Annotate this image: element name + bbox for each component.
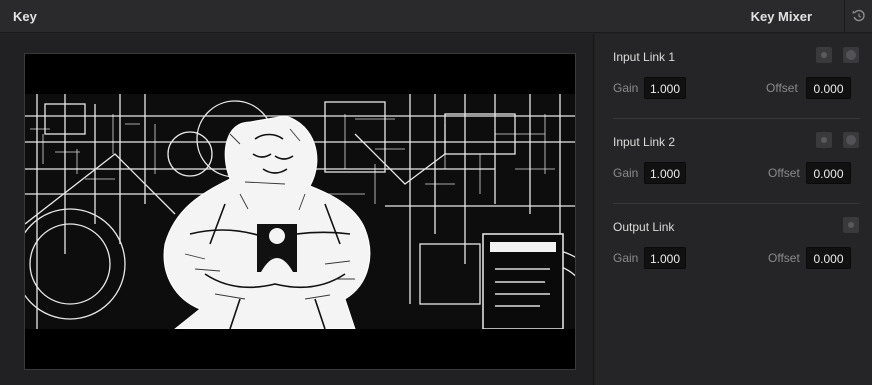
input-link-2-params: Gain 1.000 Offset 0.000 bbox=[595, 162, 872, 184]
input-link-2-large-toggle[interactable] bbox=[843, 132, 859, 148]
toggle-dot-icon bbox=[821, 52, 827, 58]
output-link-toggle[interactable] bbox=[843, 217, 859, 233]
key-panel: Key Key Mixer Input Link 1 Gain 1.000 Of… bbox=[0, 0, 872, 385]
group-divider bbox=[613, 203, 860, 204]
mode-label[interactable]: Key Mixer bbox=[751, 0, 812, 33]
input-link-1-small-toggle[interactable] bbox=[816, 47, 832, 63]
gain-label: Gain bbox=[613, 166, 639, 180]
toggle-dot-icon bbox=[848, 222, 854, 228]
input-link-1-params: Gain 1.000 Offset 0.000 bbox=[595, 77, 872, 99]
offset-field[interactable]: 0.000 bbox=[806, 162, 851, 184]
panel-title: Key bbox=[13, 9, 37, 24]
toggle-dot-icon bbox=[846, 50, 856, 60]
group-title: Output Link bbox=[613, 220, 675, 234]
gain-field[interactable]: 1.000 bbox=[644, 162, 686, 184]
offset-label: Offset bbox=[768, 251, 800, 265]
panel-header: Key Key Mixer bbox=[0, 0, 872, 33]
gain-field[interactable]: 1.000 bbox=[644, 247, 686, 269]
toggle-dot-icon bbox=[846, 135, 856, 145]
gain-field[interactable]: 1.000 bbox=[644, 77, 686, 99]
key-viewer[interactable] bbox=[24, 53, 576, 370]
offset-label: Offset bbox=[766, 81, 798, 95]
toggle-dot-icon bbox=[821, 137, 827, 143]
offset-label: Offset bbox=[768, 166, 800, 180]
group-divider bbox=[613, 118, 860, 119]
header-divider bbox=[844, 0, 845, 33]
output-link-params: Gain 1.000 Offset 0.000 bbox=[595, 247, 872, 269]
offset-field[interactable]: 0.000 bbox=[806, 77, 851, 99]
gain-label: Gain bbox=[613, 81, 639, 95]
viewer-area bbox=[0, 34, 594, 385]
group-title: Input Link 2 bbox=[613, 135, 676, 149]
reset-icon[interactable] bbox=[850, 7, 868, 25]
gain-label: Gain bbox=[613, 251, 639, 265]
group-title: Input Link 1 bbox=[613, 50, 676, 64]
controls-panel: Input Link 1 Gain 1.000 Offset 0.000 Inp… bbox=[595, 34, 872, 385]
input-link-2-small-toggle[interactable] bbox=[816, 132, 832, 148]
input-link-1-large-toggle[interactable] bbox=[843, 47, 859, 63]
matte-image bbox=[25, 94, 575, 329]
offset-field[interactable]: 0.000 bbox=[806, 247, 851, 269]
